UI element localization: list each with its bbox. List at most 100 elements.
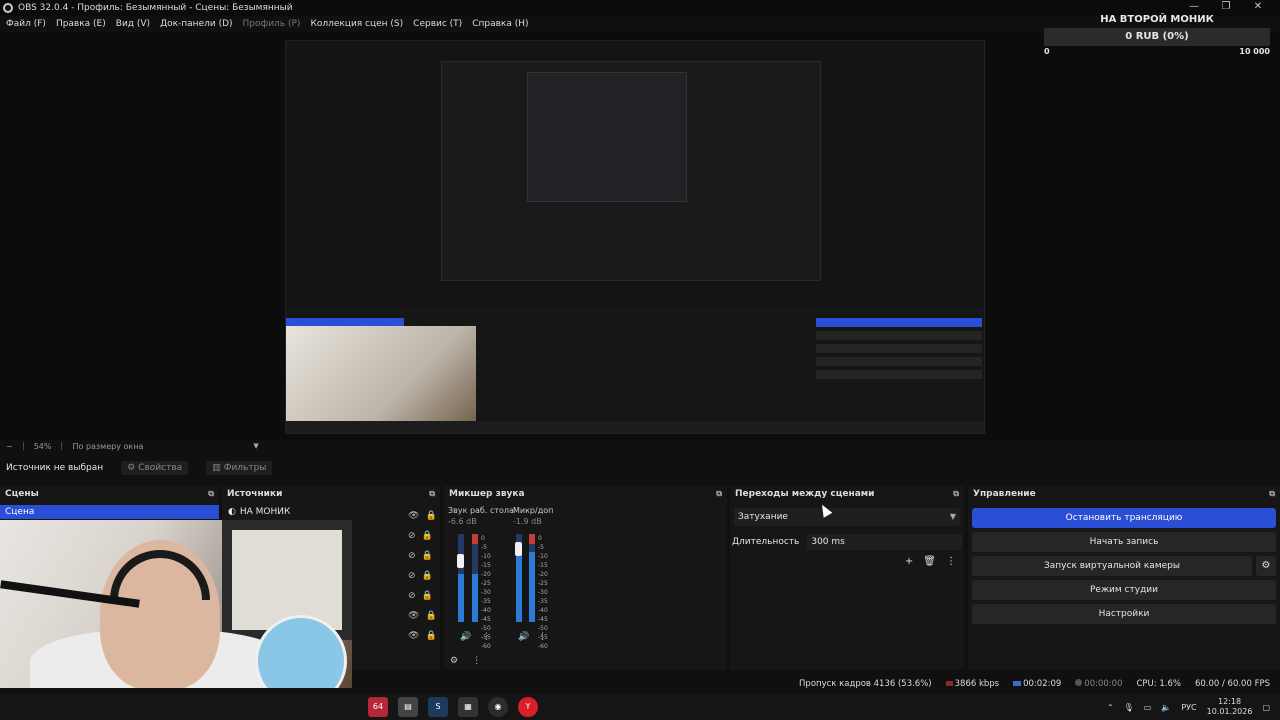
- volume-icon[interactable]: 🔈: [1161, 703, 1171, 712]
- stream-time: 00:02:09: [1023, 679, 1062, 689]
- fps: 60.00 / 60.00 FPS: [1194, 679, 1270, 689]
- eye-hidden-icon[interactable]: ⊘: [408, 571, 416, 581]
- eye-hidden-icon[interactable]: ⊘: [408, 551, 416, 561]
- lock-icon[interactable]: 🔒: [422, 551, 433, 561]
- filters-button[interactable]: ▥ Фильтры: [206, 461, 273, 475]
- peak-indicator: [472, 534, 478, 544]
- menu-view[interactable]: Вид (V): [116, 19, 150, 29]
- nested-scene-highlight: [286, 318, 404, 326]
- obs-app-icon: [3, 3, 13, 13]
- chevron-down-icon[interactable]: ▼: [253, 442, 258, 450]
- scale-tick: -45: [538, 616, 548, 623]
- menu-edit[interactable]: Правка (E): [56, 19, 106, 29]
- aida64-icon[interactable]: 64: [368, 697, 388, 717]
- eye-icon[interactable]: 👁: [408, 511, 419, 521]
- mixer-footer: ⚙ ⋮: [450, 656, 481, 666]
- cpu-usage: CPU: 1.6%: [1136, 679, 1181, 689]
- scenes-title: Сцены: [5, 489, 39, 499]
- menu-help[interactable]: Справка (H): [472, 19, 528, 29]
- mixer-title: Микшер звука: [449, 489, 525, 499]
- duration-spinbox[interactable]: 300 ms: [807, 534, 962, 550]
- kebab-menu-icon[interactable]: ⋮: [946, 556, 956, 567]
- settings-button[interactable]: Настройки: [972, 604, 1276, 624]
- virtual-camera-button[interactable]: Запуск виртуальной камеры: [972, 556, 1252, 576]
- speaker-icon[interactable]: 🔊: [460, 632, 471, 642]
- channel-name: Микр/доп: [513, 506, 554, 515]
- undock-icon[interactable]: ⧉: [716, 489, 722, 499]
- nested-control-row: [816, 370, 982, 379]
- studio-mode-button[interactable]: Режим студии: [972, 580, 1276, 600]
- duration-row: Длительность 300 ms: [732, 534, 962, 550]
- yandex-browser-icon[interactable]: Y: [518, 697, 538, 717]
- chevron-up-icon[interactable]: ⌃: [1107, 703, 1114, 712]
- start-record-button[interactable]: Начать запись: [972, 532, 1276, 552]
- properties-button[interactable]: ⚙ Свойства: [121, 461, 189, 475]
- kebab-menu-icon[interactable]: ⋮: [538, 632, 547, 642]
- lock-icon[interactable]: 🔒: [425, 631, 436, 641]
- calculator-icon[interactable]: ▦: [458, 697, 478, 717]
- menu-docks[interactable]: Док-панели (D): [160, 19, 232, 29]
- volume-fader[interactable]: [515, 542, 522, 556]
- lock-icon[interactable]: 🔒: [422, 531, 433, 541]
- menu-tools[interactable]: Сервис (T): [413, 19, 462, 29]
- eye-hidden-icon[interactable]: ⊘: [408, 591, 416, 601]
- gear-icon: ⚙: [127, 463, 136, 473]
- controls-title: Управление: [973, 489, 1036, 499]
- speaker-icon[interactable]: 🔊: [518, 632, 529, 642]
- divider: [61, 442, 63, 450]
- zoom-out-icon[interactable]: −: [6, 442, 13, 451]
- scale-tick: -40: [538, 607, 548, 614]
- source-toolbar: Источник не выбран ⚙ Свойства ▥ Фильтры: [0, 458, 1280, 478]
- lock-icon[interactable]: 🔒: [422, 591, 433, 601]
- undock-icon[interactable]: ⧉: [208, 489, 214, 499]
- transition-select[interactable]: Затухание ▼: [734, 508, 960, 526]
- lock-icon[interactable]: 🔒: [425, 511, 436, 521]
- undock-icon[interactable]: ⧉: [953, 489, 959, 499]
- menu-profile[interactable]: Профиль (P): [243, 19, 301, 29]
- undock-icon[interactable]: ⧉: [429, 489, 435, 499]
- notifications-icon[interactable]: ▢: [1262, 703, 1270, 712]
- kebab-menu-icon[interactable]: ⋮: [482, 632, 491, 642]
- volume-fader[interactable]: [457, 554, 464, 568]
- explorer-icon[interactable]: ▤: [398, 697, 418, 717]
- kebab-menu-icon[interactable]: ⋮: [472, 656, 481, 666]
- scale-tick: -35: [538, 598, 548, 605]
- steam-icon[interactable]: S: [428, 697, 448, 717]
- menu-file[interactable]: Файл (F): [6, 19, 46, 29]
- lock-icon[interactable]: 🔒: [422, 571, 433, 581]
- add-icon[interactable]: +: [905, 556, 913, 567]
- obs-icon[interactable]: ◉: [488, 697, 508, 717]
- donation-goal-widget: НА ВТОРОЙ МОНИК 0 RUB (0%) 0 10 000: [1044, 14, 1270, 62]
- clock-date: 10.01.2026: [1206, 707, 1253, 716]
- transition-selected: Затухание: [738, 512, 788, 522]
- zoom-mode[interactable]: По размеру окна: [72, 442, 143, 451]
- scene-item[interactable]: Сцена: [0, 505, 219, 519]
- source-visibility-column: 👁 🔒 ⊘ 🔒 ⊘ 🔒 ⊘ 🔒 ⊘ 🔒 👁 🔒 👁 🔒: [408, 506, 437, 646]
- menu-scene-collection[interactable]: Коллекция сцен (S): [310, 19, 403, 29]
- stop-stream-button[interactable]: Остановить трансляцию: [972, 508, 1276, 528]
- network-icon[interactable]: ▭: [1144, 703, 1152, 712]
- no-source-label: Источник не выбран: [6, 463, 104, 473]
- clock[interactable]: 12:18 10.01.2026: [1207, 697, 1253, 717]
- eye-hidden-icon[interactable]: ⊘: [408, 531, 416, 541]
- eye-icon[interactable]: 👁: [408, 611, 419, 621]
- zoom-bar: − 54% По размеру окна ▼: [0, 440, 1280, 452]
- duration-label: Длительность: [732, 537, 800, 547]
- meter-fill: [458, 574, 464, 622]
- advanced-audio-icon[interactable]: ⚙: [450, 656, 458, 666]
- undock-icon[interactable]: ⧉: [1269, 489, 1275, 499]
- eye-icon[interactable]: 👁: [408, 631, 419, 641]
- scale-tick: -60: [481, 643, 491, 650]
- scenes-header: Сцены ⧉: [0, 486, 219, 502]
- gear-icon[interactable]: ⚙: [1256, 556, 1276, 576]
- donation-min: 0: [1044, 47, 1050, 56]
- transitions-dock: Переходы между сценами ⧉ Затухание ▼ Дли…: [730, 486, 964, 670]
- language-indicator[interactable]: РУС: [1181, 703, 1196, 712]
- scale-tick: -20: [538, 571, 548, 578]
- dropped-frames: Пропуск кадров 4136 (53.6%): [799, 679, 932, 689]
- lock-icon[interactable]: 🔒: [425, 611, 436, 621]
- nested-control-row: [816, 357, 982, 366]
- trash-icon[interactable]: 🗑: [923, 556, 936, 567]
- microphone-icon[interactable]: 🎙: [1124, 703, 1134, 712]
- scale-tick: -25: [538, 580, 548, 587]
